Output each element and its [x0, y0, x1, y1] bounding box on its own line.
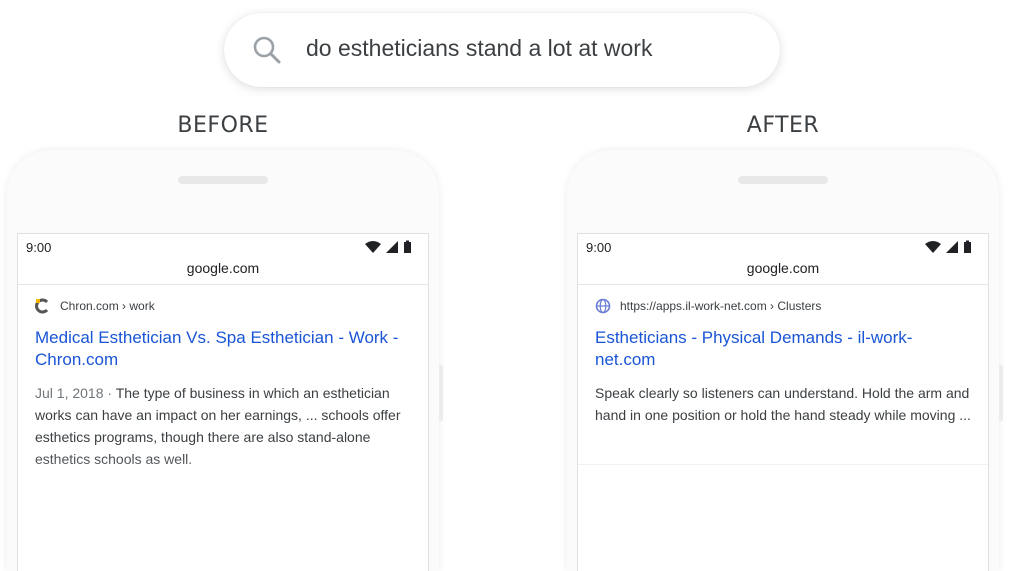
wifi-icon: [925, 241, 941, 253]
status-icons: [364, 240, 416, 259]
battery-icon: [404, 242, 411, 253]
after-screen: 9:00 google.com https://apps.il-work-net…: [577, 233, 989, 571]
phone-side-button: [999, 365, 1003, 421]
before-phone: 9:00 google.com Chron.com › work Medical…: [7, 150, 443, 571]
before-caption: BEFORE: [177, 113, 269, 138]
search-bar[interactable]: do estheticians stand a lot at work: [224, 13, 780, 87]
status-time: 9:00: [586, 240, 612, 255]
result-snippet: Speak clearly so listeners can understan…: [595, 385, 971, 423]
status-icons: [924, 240, 976, 259]
result-site: https://apps.il-work-net.com › Clusters: [620, 299, 822, 313]
screen-fade: [578, 451, 988, 571]
after-phone: 9:00 google.com https://apps.il-work-net…: [567, 150, 1003, 571]
before-screen: 9:00 google.com Chron.com › work Medical…: [17, 233, 429, 571]
search-icon: [253, 36, 281, 64]
search-result: Chron.com › work Medical Esthetician Vs.…: [18, 285, 428, 470]
result-date: Jul 1, 2018 ·: [35, 385, 116, 401]
status-bar: 9:00: [578, 234, 988, 258]
signal-icon: [386, 241, 398, 253]
battery-icon: [964, 242, 971, 253]
status-bar: 9:00: [18, 234, 428, 258]
result-title-link[interactable]: Estheticians - Physical Demands - il-wor…: [595, 327, 971, 371]
globe-icon: [595, 298, 611, 314]
wifi-icon: [365, 241, 381, 253]
result-site: Chron.com › work: [60, 299, 155, 313]
search-query[interactable]: do estheticians stand a lot at work: [306, 35, 652, 62]
phone-speaker: [738, 176, 828, 184]
phone-speaker: [178, 176, 268, 184]
screen-fade: [18, 451, 428, 571]
result-source[interactable]: https://apps.il-work-net.com › Clusters: [595, 297, 971, 315]
search-result: https://apps.il-work-net.com › Clusters …: [578, 285, 988, 426]
chron-favicon-icon: [35, 298, 51, 314]
address-bar-url[interactable]: google.com: [18, 258, 428, 285]
result-title-link[interactable]: Medical Esthetician Vs. Spa Esthetician …: [35, 327, 411, 371]
status-time: 9:00: [26, 240, 52, 255]
signal-icon: [946, 241, 958, 253]
result-source[interactable]: Chron.com › work: [35, 297, 411, 315]
address-bar-url[interactable]: google.com: [578, 258, 988, 285]
after-caption: AFTER: [746, 113, 820, 138]
phone-side-button: [439, 365, 443, 421]
